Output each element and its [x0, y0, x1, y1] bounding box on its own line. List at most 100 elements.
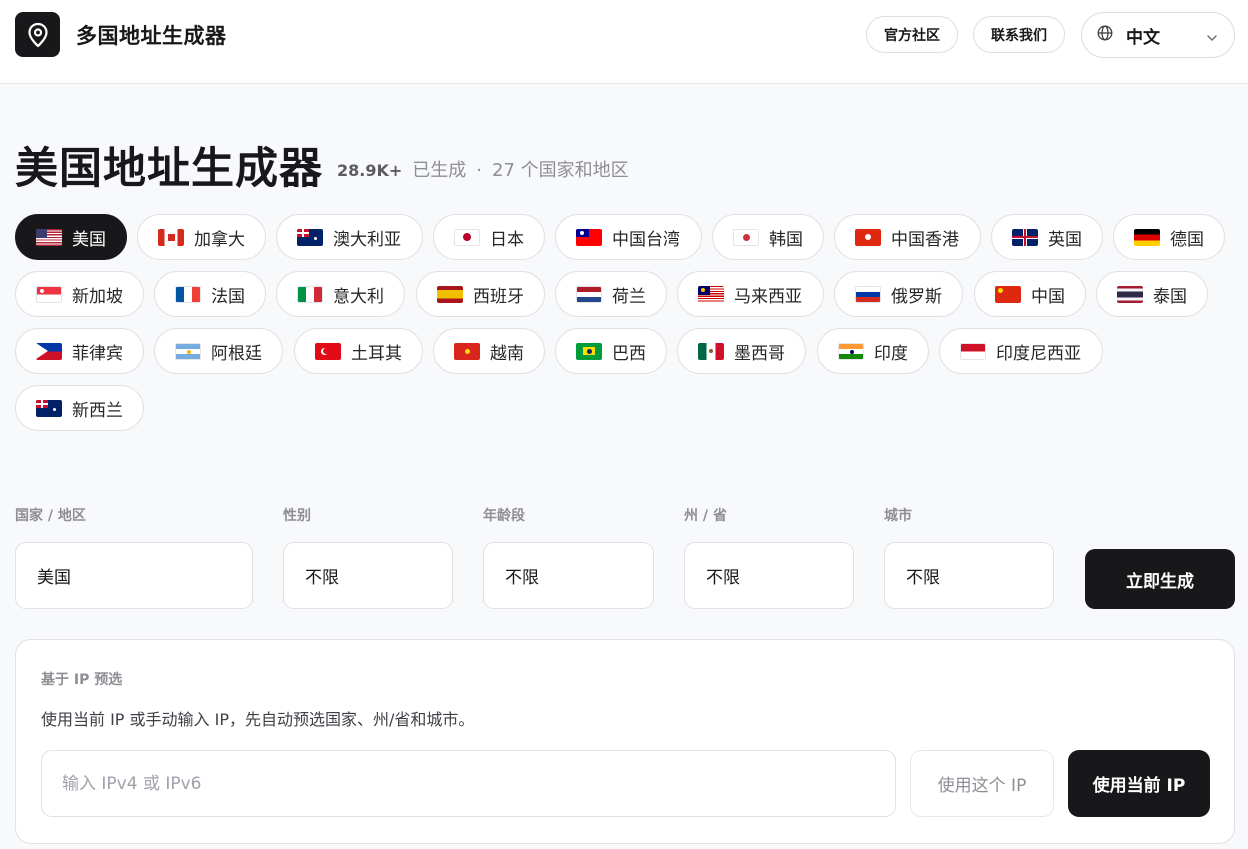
- gender-select[interactable]: 不限: [283, 542, 453, 609]
- generation-stats: 28.9K+ 已生成 · 27 个国家和地区: [337, 156, 629, 182]
- chevron-down-icon: [1206, 29, 1218, 48]
- country-chip-label: 西班牙: [473, 286, 524, 307]
- jp-flag-icon: [454, 228, 480, 246]
- in-flag-icon: [838, 342, 864, 360]
- br-flag-icon: [576, 342, 602, 360]
- state-field-label: 州 / 省: [684, 508, 727, 524]
- generated-count: 28.9K+: [337, 161, 403, 180]
- fr-flag-icon: [175, 285, 201, 303]
- country-chip-label: 中国: [1031, 286, 1065, 307]
- kr-flag-icon: [733, 228, 759, 246]
- country-chip-label: 巴西: [612, 343, 646, 364]
- country-chip-jp[interactable]: 日本: [433, 214, 545, 260]
- country-chip-kr[interactable]: 韩国: [712, 214, 824, 260]
- country-chip-in[interactable]: 印度: [817, 328, 929, 374]
- country-chip-label: 意大利: [333, 286, 384, 307]
- mx-flag-icon: [698, 342, 724, 360]
- country-chip-label: 新加坡: [72, 286, 123, 307]
- country-chip-it[interactable]: 意大利: [276, 271, 405, 317]
- country-chip-us[interactable]: 美国: [15, 214, 127, 260]
- my-flag-icon: [698, 285, 724, 303]
- country-chip-ca[interactable]: 加拿大: [137, 214, 266, 260]
- country-chip-label: 荷兰: [612, 286, 646, 307]
- tw-flag-icon: [576, 228, 602, 246]
- gb-flag-icon: [1012, 228, 1038, 246]
- city-field-label: 城市: [884, 508, 912, 524]
- contact-us-button[interactable]: 联系我们: [973, 16, 1065, 53]
- app-title[interactable]: 多国地址生成器: [76, 20, 227, 50]
- country-chip-label: 阿根廷: [211, 343, 262, 364]
- country-chip-label: 日本: [490, 229, 524, 250]
- ip-panel-title: 基于 IP 预选: [41, 672, 123, 688]
- country-chip-label: 美国: [72, 229, 106, 250]
- country-chip-label: 新西兰: [72, 400, 123, 421]
- country-chip-label: 泰国: [1153, 286, 1187, 307]
- ar-flag-icon: [175, 342, 201, 360]
- de-flag-icon: [1134, 228, 1160, 246]
- use-current-ip-button[interactable]: 使用当前 IP: [1068, 750, 1210, 817]
- hk-flag-icon: [855, 228, 881, 246]
- country-chip-label: 加拿大: [194, 229, 245, 250]
- top-header: 多国地址生成器 官方社区 联系我们 中文: [0, 0, 1248, 84]
- country-chip-sg[interactable]: 新加坡: [15, 271, 144, 317]
- state-select[interactable]: 不限: [684, 542, 854, 609]
- country-chip-label: 墨西哥: [734, 343, 785, 364]
- country-chip-tr[interactable]: 土耳其: [294, 328, 423, 374]
- globe-icon: [1097, 25, 1113, 45]
- country-chip-nl[interactable]: 荷兰: [555, 271, 667, 317]
- country-chip-label: 俄罗斯: [891, 286, 942, 307]
- generated-label: 已生成: [412, 160, 467, 181]
- country-chip-ar[interactable]: 阿根廷: [154, 328, 283, 374]
- country-chip-label: 马来西亚: [734, 286, 802, 307]
- generate-button[interactable]: 立即生成: [1085, 549, 1235, 609]
- stats-separator: ·: [476, 160, 483, 181]
- country-chip-ru[interactable]: 俄罗斯: [834, 271, 963, 317]
- country-chip-label: 澳大利亚: [333, 229, 401, 250]
- language-select[interactable]: 中文: [1081, 12, 1235, 58]
- id-flag-icon: [960, 342, 986, 360]
- nl-flag-icon: [576, 285, 602, 303]
- location-pin-icon[interactable]: [15, 12, 60, 57]
- country-chip-ph[interactable]: 菲律宾: [15, 328, 144, 374]
- age-select[interactable]: 不限: [483, 542, 654, 609]
- country-chip-fr[interactable]: 法国: [154, 271, 266, 317]
- country-chip-au[interactable]: 澳大利亚: [276, 214, 423, 260]
- ca-flag-icon: [158, 228, 184, 246]
- country-chip-label: 印度尼西亚: [996, 343, 1081, 364]
- country-chip-tw[interactable]: 中国台湾: [555, 214, 702, 260]
- country-chip-label: 中国台湾: [612, 229, 680, 250]
- gender-field-label: 性别: [283, 508, 311, 524]
- country-chip-th[interactable]: 泰国: [1096, 271, 1208, 317]
- country-chip-my[interactable]: 马来西亚: [677, 271, 824, 317]
- country-chip-label: 法国: [211, 286, 245, 307]
- ip-panel-description: 使用当前 IP 或手动输入 IP，先自动预选国家、州/省和城市。: [41, 710, 475, 729]
- au-flag-icon: [297, 228, 323, 246]
- country-chip-id[interactable]: 印度尼西亚: [939, 328, 1103, 374]
- use-this-ip-button[interactable]: 使用这个 IP: [910, 750, 1054, 817]
- country-field-label: 国家 / 地区: [15, 508, 86, 524]
- country-chip-hk[interactable]: 中国香港: [834, 214, 981, 260]
- country-chip-gb[interactable]: 英国: [991, 214, 1103, 260]
- country-chip-label: 菲律宾: [72, 343, 123, 364]
- country-chip-br[interactable]: 巴西: [555, 328, 667, 374]
- country-chip-mx[interactable]: 墨西哥: [677, 328, 806, 374]
- vn-flag-icon: [454, 342, 480, 360]
- country-chip-nz[interactable]: 新西兰: [15, 385, 144, 431]
- country-chip-label: 德国: [1170, 229, 1204, 250]
- us-flag-icon: [36, 228, 62, 246]
- ip-preselect-panel: 基于 IP 预选 使用当前 IP 或手动输入 IP，先自动预选国家、州/省和城市…: [15, 639, 1235, 844]
- tr-flag-icon: [315, 342, 341, 360]
- country-chip-label: 英国: [1048, 229, 1082, 250]
- country-chip-label: 印度: [874, 343, 908, 364]
- ip-input[interactable]: [41, 750, 896, 817]
- city-select[interactable]: 不限: [884, 542, 1054, 609]
- es-flag-icon: [437, 285, 463, 303]
- page-title: 美国地址生成器: [15, 144, 323, 194]
- official-community-button[interactable]: 官方社区: [866, 16, 958, 53]
- country-chip-cn[interactable]: 中国: [974, 271, 1086, 317]
- ph-flag-icon: [36, 342, 62, 360]
- country-chip-es[interactable]: 西班牙: [416, 271, 545, 317]
- country-chip-de[interactable]: 德国: [1113, 214, 1225, 260]
- country-chip-vn[interactable]: 越南: [433, 328, 545, 374]
- country-select[interactable]: 美国: [15, 542, 253, 609]
